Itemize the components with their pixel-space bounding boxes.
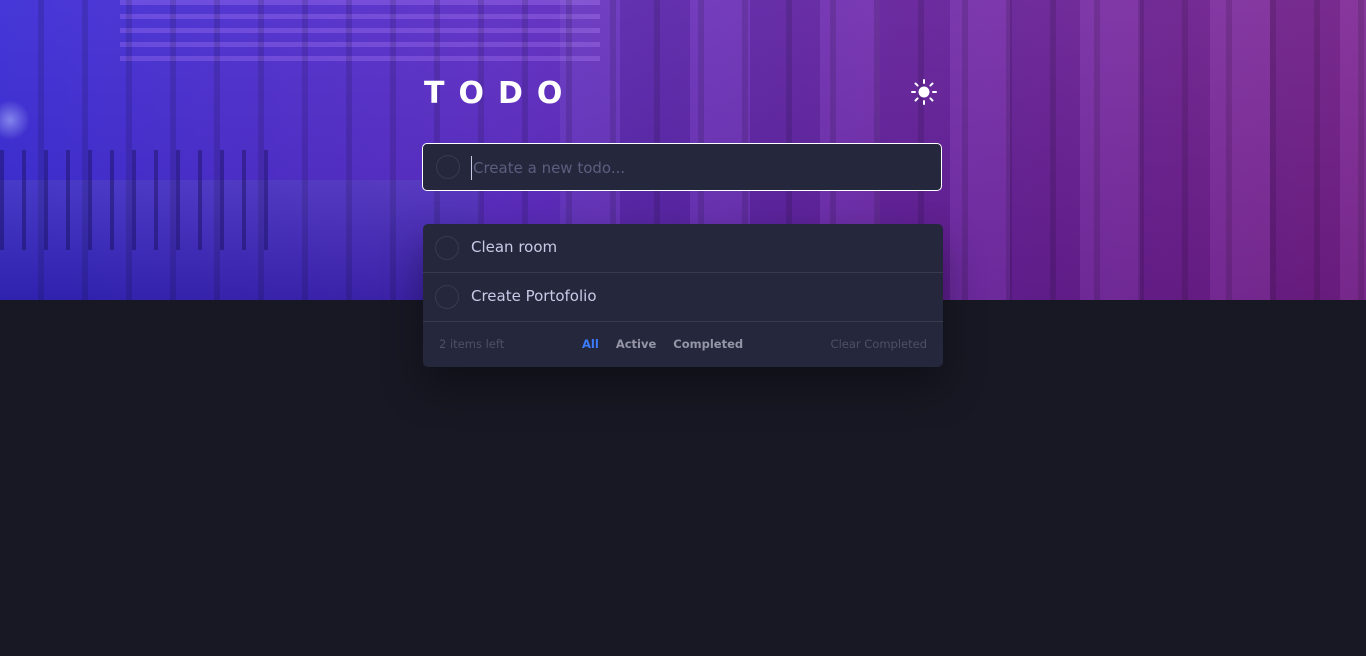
todo-list: Clean room Create Portofolio 2 items lef… — [423, 224, 943, 367]
filter-all[interactable]: All — [582, 337, 599, 351]
filter-completed[interactable]: Completed — [673, 337, 743, 351]
sun-icon — [911, 79, 937, 105]
todo-item-label: Clean room — [471, 238, 558, 256]
todo-item-label: Create Portofolio — [471, 287, 597, 305]
new-todo-bar — [422, 143, 942, 191]
todo-check-circle[interactable] — [435, 236, 459, 260]
new-todo-check-circle[interactable] — [436, 155, 460, 179]
filter-active[interactable]: Active — [616, 337, 656, 351]
todo-item[interactable]: Clean room — [423, 224, 943, 273]
clear-completed-button[interactable]: Clear Completed — [831, 337, 927, 351]
app-header: TODO — [424, 72, 942, 116]
new-todo-input[interactable] — [471, 156, 925, 180]
list-footer: 2 items left All Active Completed Clear … — [423, 322, 943, 367]
filter-tabs: All Active Completed — [582, 337, 756, 351]
items-left-count: 2 items left — [439, 337, 505, 351]
todo-item[interactable]: Create Portofolio — [423, 273, 943, 322]
todo-check-circle[interactable] — [435, 285, 459, 309]
theme-toggle-button[interactable] — [910, 78, 938, 106]
app-title: TODO — [424, 76, 577, 111]
